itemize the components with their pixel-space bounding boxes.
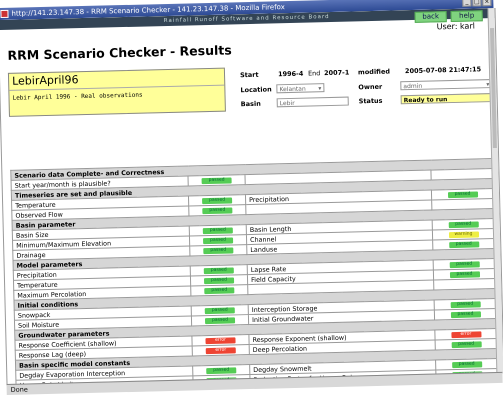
status-badge[interactable]: passed xyxy=(205,317,235,324)
status-badge[interactable]: passed xyxy=(202,197,232,204)
status-badge[interactable]: passed xyxy=(203,237,233,244)
browser-window: http://141.23.147.38 - RRM Scenario Chec… xyxy=(0,0,503,399)
status-badge[interactable]: error xyxy=(206,347,236,354)
close-icon[interactable]: × xyxy=(482,0,491,6)
status-badge[interactable]: passed xyxy=(203,227,233,234)
status-label: Status xyxy=(359,95,383,108)
status-badge[interactable]: passed xyxy=(204,267,234,274)
location-label: Location xyxy=(240,83,272,96)
help-button[interactable]: help xyxy=(451,10,483,22)
status-badge[interactable]: passed xyxy=(452,361,482,368)
window-controls: _ □ × xyxy=(462,0,491,7)
status-badge[interactable]: error xyxy=(451,331,481,338)
status-badge[interactable]: passed xyxy=(202,207,232,214)
status-badge[interactable]: passed xyxy=(447,191,477,198)
status-badge[interactable]: passed xyxy=(451,341,481,348)
owner-select[interactable]: admin ▾ xyxy=(400,79,492,90)
page-title: RRM Scenario Checker - Results xyxy=(7,42,232,62)
scenario-info: Start 1996-4 End 2007-1 modified 2005-07… xyxy=(240,63,492,69)
end-label: End xyxy=(308,67,321,79)
modified-label: modified xyxy=(358,66,390,79)
minimize-icon[interactable]: _ xyxy=(462,0,471,7)
location-value: Kelantan xyxy=(279,86,305,94)
status-badge[interactable]: passed xyxy=(449,271,479,278)
basin-value: Lebir xyxy=(280,100,295,107)
modified-value: 2005-07-08 21:47:15 xyxy=(405,63,481,77)
page-content: Rainfall Runoff Software and Resource Bo… xyxy=(0,8,503,386)
location-select[interactable]: Kelantan ▾ xyxy=(276,83,324,93)
owner-value: admin xyxy=(403,83,422,90)
status-badge[interactable]: passed xyxy=(450,301,480,308)
status-badge[interactable]: passed xyxy=(206,367,236,374)
results-table: Scenario data Complete- and CorrectnessS… xyxy=(10,158,498,386)
status-badge[interactable]: warning xyxy=(448,231,478,238)
maximize-icon[interactable]: □ xyxy=(472,0,481,7)
firefox-icon xyxy=(0,10,8,18)
back-button[interactable]: back xyxy=(415,11,447,23)
scrollbar-thumb[interactable] xyxy=(490,28,497,148)
basin-label: Basin xyxy=(241,98,261,110)
status-badge[interactable]: passed xyxy=(449,241,479,248)
status-badge[interactable]: passed xyxy=(203,247,233,254)
start-value: 1996-4 xyxy=(278,68,304,81)
status-value: Ready to run xyxy=(401,93,493,104)
status-badge[interactable]: passed xyxy=(202,177,232,184)
status-badge[interactable]: passed xyxy=(204,287,234,294)
scenario-box: LebirApril96 Lebir April 1996 - Real obs… xyxy=(8,68,226,117)
chevron-down-icon: ▾ xyxy=(318,84,323,93)
status-badge[interactable]: passed xyxy=(205,307,235,314)
owner-label: Owner xyxy=(358,81,382,94)
start-label: Start xyxy=(240,71,259,79)
status-badge[interactable]: error xyxy=(205,337,235,344)
basin-field[interactable]: Lebir xyxy=(277,97,349,108)
status-badge[interactable]: passed xyxy=(204,277,234,284)
status-badge[interactable]: passed xyxy=(448,221,478,228)
status-badge[interactable]: passed xyxy=(449,261,479,268)
user-label: User: karl xyxy=(437,21,475,31)
end-value: 2007-1 xyxy=(324,67,350,80)
status-badge[interactable]: passed xyxy=(450,311,480,318)
